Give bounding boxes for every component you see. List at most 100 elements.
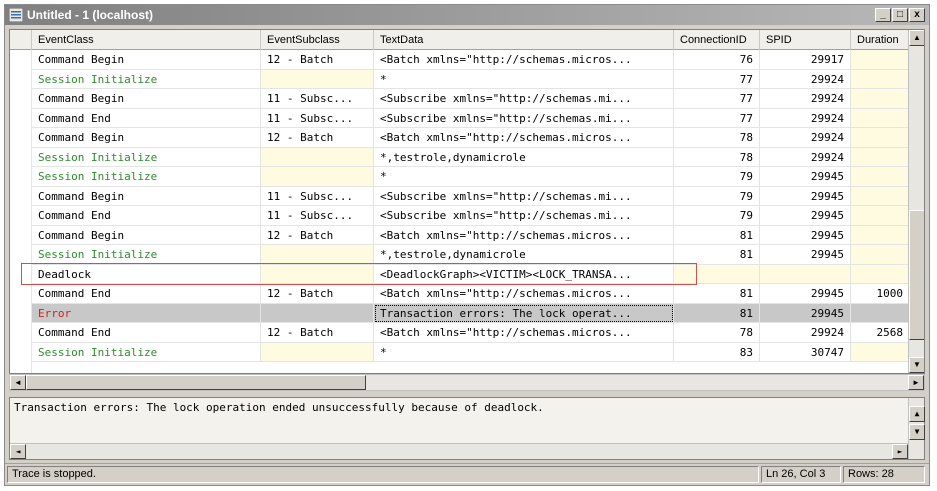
cell-textdata: <Subscribe xmlns="http://schemas.mi... [374,89,674,109]
detail-horizontal-scrollbar[interactable]: ◄ ► [10,443,908,459]
scroll-up-button[interactable]: ▲ [909,30,924,46]
table-row[interactable]: Session Initialize * 77 29924 [10,69,910,89]
cell-textdata: <Batch xmlns="http://schemas.micros... [374,284,674,304]
table-row[interactable]: Command End 12 - Batch <Batch xmlns="http:… [10,284,910,304]
cell-duration [851,225,910,245]
column-header-duration[interactable]: Duration [851,30,910,50]
cell-eventclass: Session Initialize [32,167,261,187]
column-header-eventclass[interactable]: EventClass [32,30,261,50]
scroll-down-button[interactable]: ▼ [909,357,924,373]
table-row[interactable]: Command End 12 - Batch <Batch xmlns="http:… [10,323,910,343]
status-position: Ln 26, Col 3 [761,466,841,483]
cell-textdata: *,testrole,dynamicrole [374,147,674,167]
table-row[interactable]: Command Begin 11 - Subsc... <Subscribe xml… [10,186,910,206]
cell-eventclass: Session Initialize [32,245,261,265]
column-header-textdata[interactable]: TextData [374,30,674,50]
table-row[interactable]: Command Begin 12 - Batch <Batch xmlns="htt… [10,50,910,70]
detail-scroll-right-button[interactable]: ► [892,444,908,459]
cell-spid: 29924 [760,323,851,343]
cell-textdata: <Subscribe xmlns="http://schemas.mi... [374,108,674,128]
cell-connectionid: 76 [674,50,760,70]
status-bar: Trace is stopped. Ln 26, Col 3 Rows: 28 [5,463,929,485]
cell-eventsubclass: 11 - Subsc... [261,108,374,128]
horizontal-scroll-thumb[interactable] [26,375,366,390]
cell-connectionid: 77 [674,89,760,109]
cell-connectionid: 78 [674,128,760,148]
detail-pane[interactable]: Transaction errors: The lock operation e… [9,397,925,460]
cell-eventclass: Command Begin [32,128,261,148]
cell-connectionid: 81 [674,284,760,304]
detail-scroll-down-button[interactable]: ▼ [909,424,925,440]
cell-textdata: <Batch xmlns="http://schemas.micros... [374,225,674,245]
title-bar[interactable]: Untitled - 1 (localhost) _ □ x [5,5,929,25]
cell-eventclass: Command Begin [32,225,261,245]
cell-connectionid: 79 [674,206,760,226]
cell-spid: 29945 [760,186,851,206]
column-header-eventsubclass[interactable]: EventSubclass [261,30,374,50]
table-row[interactable]: Session Initialize *,testrole,dynamicrole… [10,147,910,167]
column-header-spid[interactable]: SPID [760,30,851,50]
cell-connectionid: 83 [674,342,760,362]
detail-vertical-scrollbar[interactable]: ▲ ▼ [908,398,925,459]
cell-textdata: <Batch xmlns="http://schemas.micros... [374,50,674,70]
cell-duration: 1000 [851,284,910,304]
row-header-corner [10,30,32,50]
cell-textdata: * [374,342,674,362]
minimize-button[interactable]: _ [875,8,891,22]
cell-eventsubclass: 12 - Batch [261,50,374,70]
cell-connectionid: 78 [674,147,760,167]
cell-duration [851,186,910,206]
cell-eventclass: Command End [32,108,261,128]
cell-duration [851,342,910,362]
app-icon [9,8,23,22]
trace-grid[interactable]: EventClass EventSubclass TextData Connec… [9,29,925,374]
grid-horizontal-scrollbar[interactable]: ◄ ► [9,374,925,391]
status-message: Trace is stopped. [7,466,759,483]
detail-scroll-left-button[interactable]: ◄ [10,444,26,459]
table-row[interactable]: Command Begin 11 - Subsc... <Subscribe xml… [10,89,910,109]
vertical-scroll-thumb[interactable] [909,210,924,340]
cell-textdata: <DeadlockGraph><VICTIM><LOCK_TRANSA... [374,264,674,284]
table-row[interactable]: Command Begin 12 - Batch <Batch xmlns="htt… [10,225,910,245]
detail-scroll-up-button[interactable]: ▲ [909,406,925,422]
table-row[interactable]: Error Transaction errors: The lock operat… [10,303,910,323]
cell-spid: 29917 [760,50,851,70]
cell-spid: 29945 [760,245,851,265]
table-row[interactable]: Command Begin 12 - Batch <Batch xmlns="htt… [10,128,910,148]
cell-spid: 29924 [760,147,851,167]
cell-duration [851,108,910,128]
cell-textdata: <Batch xmlns="http://schemas.micros... [374,323,674,343]
table-row[interactable]: Deadlock <DeadlockGraph><VICTIM><LOCK_TRA… [10,264,910,284]
close-button[interactable]: x [909,8,925,22]
cell-eventsubclass: 12 - Batch [261,284,374,304]
cell-duration [851,245,910,265]
cell-spid [760,264,851,284]
table-row[interactable]: Session Initialize * 83 30747 [10,342,910,362]
cell-eventsubclass [261,245,374,265]
cell-duration [851,89,910,109]
cell-duration [851,264,910,284]
cell-spid: 29924 [760,69,851,89]
scroll-left-button[interactable]: ◄ [10,375,26,390]
cell-textdata: <Batch xmlns="http://schemas.micros... [374,128,674,148]
cell-eventsubclass [261,69,374,89]
detail-text: Transaction errors: The lock operation e… [14,401,544,414]
table-row[interactable]: Session Initialize *,testrole,dynamicrole… [10,245,910,265]
cell-connectionid: 79 [674,167,760,187]
cell-connectionid: 79 [674,186,760,206]
cell-eventclass: Command Begin [32,186,261,206]
grid-vertical-scrollbar[interactable]: ▲ ▼ [908,30,924,373]
status-row-count: Rows: 28 [843,466,925,483]
column-header-connectionid[interactable]: ConnectionID [674,30,760,50]
cell-duration [851,147,910,167]
cell-textdata: *,testrole,dynamicrole [374,245,674,265]
scroll-right-button[interactable]: ► [908,375,924,390]
cell-eventsubclass [261,147,374,167]
cell-spid: 29945 [760,225,851,245]
table-row[interactable]: Session Initialize * 79 29945 [10,167,910,187]
restore-button[interactable]: □ [892,8,908,22]
table-row[interactable]: Command End 11 - Subsc... <Subscribe xmlns… [10,206,910,226]
cell-duration [851,303,910,323]
cell-duration [851,167,910,187]
table-row[interactable]: Command End 11 - Subsc... <Subscribe xmlns… [10,108,910,128]
